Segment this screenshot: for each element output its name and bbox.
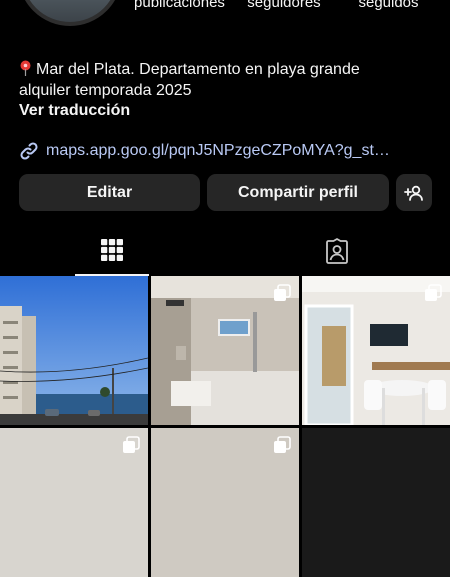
- stat-followers-label[interactable]: seguidores: [233, 0, 336, 16]
- carousel-icon: [274, 284, 291, 301]
- carousel-icon: [274, 436, 291, 453]
- profile-bio: Mar del Plata. Departamento en playa gra…: [19, 59, 419, 101]
- carousel-icon: [123, 436, 140, 453]
- discover-people-button[interactable]: [396, 174, 432, 211]
- see-translation-link[interactable]: Ver traducción: [19, 102, 130, 120]
- bio-line-2: alquiler temporada 2025: [19, 82, 192, 99]
- post-thumbnail[interactable]: [151, 276, 299, 425]
- profile-link-text[interactable]: maps.app.goo.gl/pqnJ5NPzgeCZPoMYA?g_st…: [46, 142, 390, 160]
- post-thumbnail[interactable]: [302, 276, 450, 425]
- post-thumbnail[interactable]: [0, 428, 148, 577]
- location-pin-icon: [20, 60, 31, 76]
- share-profile-button[interactable]: Compartir perfil: [207, 174, 389, 211]
- add-person-icon: [404, 185, 423, 201]
- profile-avatar[interactable]: [18, 0, 122, 26]
- post-thumbnail[interactable]: [302, 428, 450, 577]
- link-icon: [20, 142, 38, 160]
- profile-stats: publicaciones seguidores seguidos: [128, 0, 440, 16]
- bio-line-1-text: Mar del Plata. Departamento en playa gra…: [36, 61, 360, 78]
- post-thumbnail[interactable]: [151, 428, 299, 577]
- stat-following-label[interactable]: seguidos: [337, 0, 440, 16]
- posts-grid: [0, 276, 450, 577]
- grid-icon: [101, 239, 123, 261]
- tab-tagged[interactable]: [300, 226, 374, 276]
- profile-link[interactable]: maps.app.goo.gl/pqnJ5NPzgeCZPoMYA?g_st…: [19, 140, 390, 162]
- edit-profile-button[interactable]: Editar: [19, 174, 200, 211]
- bio-line-1: Mar del Plata. Departamento en playa gra…: [19, 59, 419, 80]
- carousel-icon: [425, 284, 442, 301]
- tagged-icon: [326, 238, 348, 264]
- profile-tabs: [0, 226, 450, 276]
- post-image-city: [0, 276, 148, 425]
- post-image: [302, 428, 450, 577]
- tab-posts-grid[interactable]: [75, 226, 149, 276]
- stat-posts-label[interactable]: publicaciones: [128, 0, 231, 16]
- post-thumbnail[interactable]: [0, 276, 148, 425]
